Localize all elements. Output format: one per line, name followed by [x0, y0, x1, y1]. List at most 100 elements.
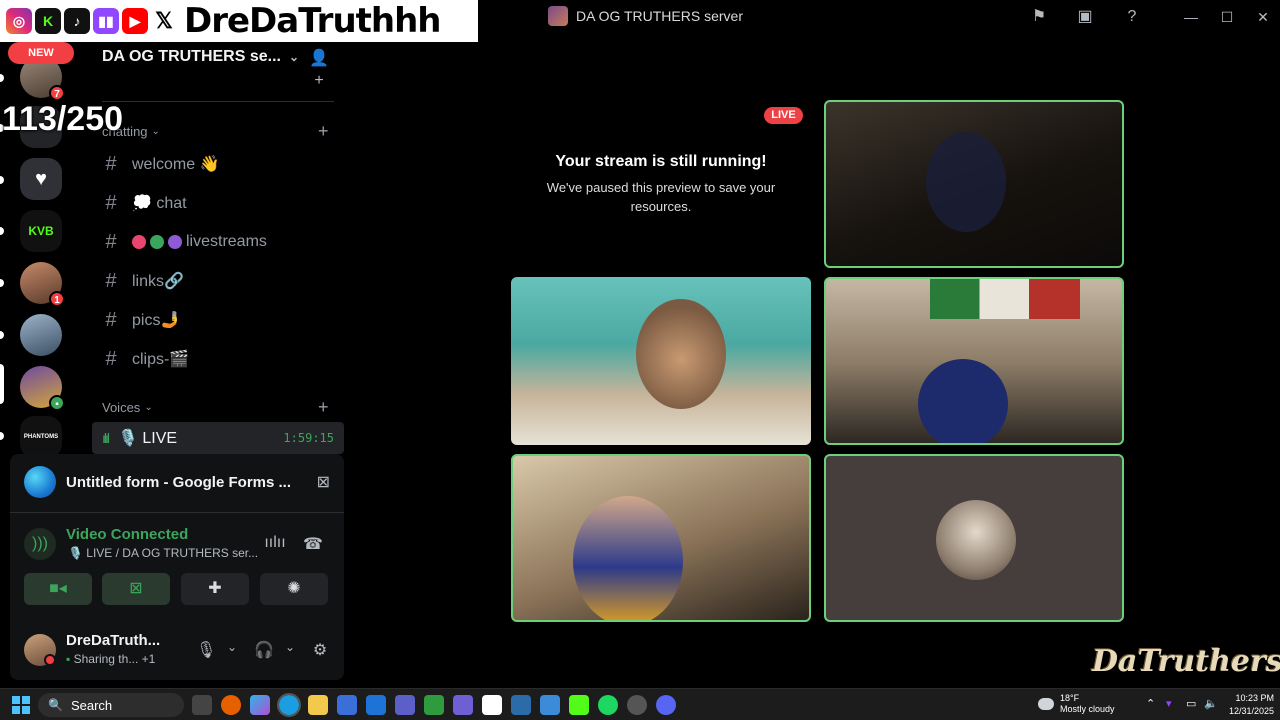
unread-indicator [0, 74, 4, 82]
category-voices[interactable]: Voices ⌄ [102, 400, 153, 415]
app-icon[interactable] [424, 695, 444, 715]
tiktok-icon: ♪ [64, 8, 90, 34]
channel-chat[interactable]: # 💭 chat [102, 187, 334, 219]
tray-chevron-icon[interactable]: ⌃ [1146, 697, 1155, 710]
flag-icon[interactable]: ⚑ [1028, 6, 1050, 28]
audio-options-chevron-icon[interactable]: ⌄ [280, 640, 300, 654]
server-header[interactable]: DA OG TRUTHERS se... ⌄ [102, 48, 299, 66]
network-icon[interactable]: ▭ [1186, 697, 1196, 710]
weather-desc: Mostly cloudy [1060, 704, 1115, 714]
activity-badge: ▪ [49, 395, 65, 411]
add-channel-icon[interactable]: + [318, 121, 329, 142]
add-channel-icon[interactable]: + [318, 397, 329, 418]
server-7[interactable]: ▪ [20, 366, 65, 411]
weather-widget[interactable]: 18°F Mostly cloudy [1038, 693, 1115, 715]
live-badge: LIVE [764, 107, 803, 124]
hash-icon: # [105, 230, 117, 253]
channel-welcome[interactable]: # welcome 👋 [102, 148, 334, 180]
unread-indicator [0, 176, 4, 184]
tray-app-icon[interactable]: ▾ [1166, 697, 1172, 710]
video-tile-5[interactable] [824, 454, 1124, 622]
screen-share-icon: ⊠ [129, 580, 143, 597]
voice-location[interactable]: 🎙️ LIVE / DA OG TRUTHERS ser... [68, 546, 258, 560]
maximize-icon[interactable]: ☐ [1216, 6, 1238, 28]
close-icon[interactable]: ✕ [1252, 6, 1274, 28]
edge-icon[interactable] [277, 693, 301, 717]
spotify-icon[interactable] [598, 695, 618, 715]
hash-icon: # [105, 152, 117, 175]
server-6[interactable] [20, 314, 62, 356]
server-5[interactable]: 1 [20, 262, 65, 307]
window-title-group: DA OG TRUTHERS server [548, 6, 743, 26]
server-phantoms[interactable]: PHANTOMS [20, 416, 62, 458]
twitch-icon: ▮▮ [93, 8, 119, 34]
camera-icon: ■◂ [49, 580, 67, 597]
chevron-down-icon: ⌄ [144, 402, 153, 413]
app-icon[interactable] [627, 695, 647, 715]
channel-pics[interactable]: # pics🤳 [102, 304, 334, 336]
server-thumbnail [548, 6, 568, 26]
task-view-icon[interactable] [192, 695, 212, 715]
firefox-icon[interactable] [221, 695, 241, 715]
discord-icon[interactable] [656, 695, 676, 715]
outlook-icon[interactable] [366, 695, 386, 715]
voice-channel-label: 🎙️ LIVE [118, 430, 178, 447]
category-label: Voices [102, 400, 141, 415]
voice-status[interactable]: Video Connected [66, 526, 188, 543]
voice-channel-live[interactable]: ılıl 🎙️ LIVE 1:59:15 [92, 422, 344, 454]
header-divider [102, 101, 334, 102]
channel-livestreams[interactable]: # livestreams [102, 226, 334, 258]
taskbar-search[interactable]: 🔍 Search [38, 693, 184, 717]
video-tile-4[interactable] [511, 454, 811, 622]
video-tile-2[interactable] [511, 277, 811, 445]
settings-gear-icon[interactable]: ⚙ [310, 640, 330, 660]
volume-icon[interactable]: 🔈 [1204, 697, 1218, 710]
channel-label-group: livestreams [132, 233, 267, 251]
channel-links[interactable]: # links🔗 [102, 265, 334, 297]
disconnect-icon[interactable]: ☎ [302, 534, 324, 556]
server-3[interactable]: ♥ [20, 158, 62, 200]
clock[interactable]: 10:23 PM 12/31/2025 [1222, 692, 1274, 718]
inbox-icon[interactable]: ▣ [1074, 6, 1096, 28]
cloud-icon [1038, 698, 1054, 710]
camera-button[interactable]: ■◂ [24, 573, 92, 605]
screen-share-button[interactable]: ⊠ [102, 573, 170, 605]
stop-share-icon[interactable]: ⊠ [317, 472, 330, 492]
add-member-icon[interactable]: 👤+ [308, 48, 330, 89]
participant-video [636, 299, 726, 409]
clock-date: 12/31/2025 [1228, 706, 1274, 716]
windows-start-icon[interactable] [12, 696, 30, 714]
video-tile-3[interactable] [824, 277, 1124, 445]
microphone-icon[interactable]: 🎙 [196, 640, 216, 660]
server-kvb[interactable]: KVB [20, 210, 62, 252]
user-area[interactable]: DreDaTruth... ▪ Sharing th... +1 🎙 ⌄ 🎧 ⌄… [24, 632, 330, 668]
flag-decoration [930, 279, 1080, 319]
app-icon[interactable] [540, 695, 560, 715]
paused-title: Your stream is still running! [555, 153, 767, 170]
new-badge: NEW [8, 42, 74, 64]
paused-subtitle: We've paused this preview to save your r… [546, 180, 776, 214]
kick-app-icon[interactable] [569, 695, 589, 715]
activities-button[interactable]: ✚ [181, 573, 249, 605]
voice-timer: 1:59:15 [283, 431, 334, 445]
headphones-icon[interactable]: 🎧 [254, 640, 274, 660]
copilot-icon[interactable] [250, 695, 270, 715]
channel-label: 💭 chat [132, 195, 187, 212]
store-icon[interactable] [337, 695, 357, 715]
noise-suppression-icon[interactable]: ıılıı [264, 534, 286, 556]
file-explorer-icon[interactable] [308, 695, 328, 715]
mic-options-chevron-icon[interactable]: ⌄ [222, 640, 242, 654]
minimize-icon[interactable]: — [1180, 6, 1202, 28]
taskbar: 🔍 Search 18°F Mostly cloudy ⌃ ▾ ▭ 🔈 10:2… [0, 688, 1280, 720]
teams-icon[interactable] [395, 695, 415, 715]
soundboard-button[interactable]: ✺ [260, 573, 328, 605]
app-icon[interactable] [482, 695, 502, 715]
x-icon: 𝕏 [151, 8, 177, 34]
help-icon[interactable]: ? [1121, 6, 1143, 28]
voice-user-panel: Untitled form - Google Forms ... ⊠ ))) V… [10, 454, 344, 680]
connection-signal-icon[interactable]: ))) [24, 528, 56, 560]
app-icon[interactable] [511, 695, 531, 715]
app-icon[interactable] [453, 695, 473, 715]
channel-clips[interactable]: # clips-🎬 [102, 343, 334, 375]
video-tile-1[interactable] [824, 100, 1124, 268]
